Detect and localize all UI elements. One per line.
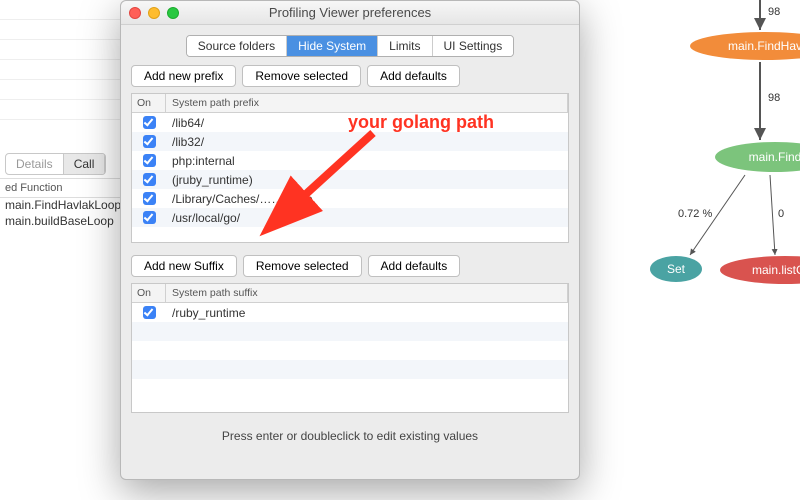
suffix-table: On System path suffix /ruby_runtime <box>131 283 569 413</box>
col-path[interactable]: System path prefix <box>166 94 568 112</box>
remove-suffix-button[interactable]: Remove selected <box>243 255 362 277</box>
tab-hide-system[interactable]: Hide System <box>287 36 378 56</box>
path-cell[interactable]: /ruby_runtime <box>166 306 568 320</box>
edge-label: 0 <box>778 208 784 220</box>
tab-limits[interactable]: Limits <box>378 36 432 56</box>
edge-label: 0.72 % <box>678 208 712 220</box>
table-row[interactable] <box>132 322 568 341</box>
titlebar[interactable]: Profiling Viewer preferences <box>121 1 579 25</box>
table-row[interactable]: (jruby_runtime) <box>132 170 568 189</box>
edge-label: 98 <box>768 6 780 18</box>
bg-tab-details[interactable]: Details <box>6 154 63 174</box>
checkbox-icon[interactable] <box>143 116 156 129</box>
table-row[interactable]: php:internal <box>132 151 568 170</box>
tab-source-folders[interactable]: Source folders <box>187 36 287 56</box>
table-row[interactable]: /lib32/ <box>132 132 568 151</box>
suffix-table-header: On System path suffix <box>132 284 568 303</box>
col-path[interactable]: System path suffix <box>166 284 568 302</box>
checkbox-icon[interactable] <box>143 306 156 319</box>
bg-grid-lines <box>0 0 130 120</box>
close-icon[interactable] <box>129 7 141 19</box>
add-suffix-button[interactable]: Add new Suffix <box>131 255 237 277</box>
checkbox-icon[interactable] <box>143 154 156 167</box>
edge-label: 98 <box>768 92 780 104</box>
checkbox-icon[interactable] <box>143 135 156 148</box>
path-cell[interactable]: (jruby_runtime) <box>166 173 568 187</box>
add-prefix-button[interactable]: Add new prefix <box>131 65 236 87</box>
prefix-table-header: On System path prefix <box>132 94 568 113</box>
tab-ui-settings[interactable]: UI Settings <box>433 36 514 56</box>
defaults-prefix-button[interactable]: Add defaults <box>367 65 460 87</box>
window-title: Profiling Viewer preferences <box>269 5 431 20</box>
prefix-button-row: Add new prefix Remove selected Add defau… <box>121 65 579 93</box>
tab-bar: Source folders Hide System Limits UI Set… <box>121 35 579 57</box>
table-row[interactable] <box>132 227 568 243</box>
table-row[interactable]: /Library/Caches/……apple. <box>132 189 568 208</box>
col-on[interactable]: On <box>132 284 166 302</box>
zoom-icon[interactable] <box>167 7 179 19</box>
col-on[interactable]: On <box>132 94 166 112</box>
table-row[interactable]: /usr/local/go/ <box>132 208 568 227</box>
bg-segmented: Details Call <box>5 153 106 175</box>
table-row[interactable] <box>132 379 568 398</box>
table-row[interactable] <box>132 341 568 360</box>
suffix-button-row: Add new Suffix Remove selected Add defau… <box>121 255 579 283</box>
table-row[interactable]: /ruby_runtime <box>132 303 568 322</box>
checkbox-icon[interactable] <box>143 173 156 186</box>
path-cell[interactable]: php:internal <box>166 154 568 168</box>
remove-prefix-button[interactable]: Remove selected <box>242 65 361 87</box>
footer-hint: Press enter or doubleclick to edit exist… <box>121 429 579 443</box>
minimize-icon[interactable] <box>148 7 160 19</box>
path-cell[interactable]: /Library/Caches/……apple. <box>166 192 568 206</box>
graph-edges <box>580 0 800 500</box>
path-cell[interactable]: /lib32/ <box>166 135 568 149</box>
table-row[interactable] <box>132 360 568 379</box>
defaults-suffix-button[interactable]: Add defaults <box>368 255 461 277</box>
annotation-text: your golang path <box>348 112 494 133</box>
bg-tab-call[interactable]: Call <box>63 154 106 174</box>
path-cell[interactable]: /usr/local/go/ <box>166 211 568 225</box>
call-graph: 98 98 0.72 % 0 main.FindHav main.Find Se… <box>580 0 800 500</box>
checkbox-icon[interactable] <box>143 192 156 205</box>
preferences-dialog: Profiling Viewer preferences Source fold… <box>120 0 580 480</box>
window-controls <box>129 7 179 19</box>
checkbox-icon[interactable] <box>143 211 156 224</box>
graph-node-teal[interactable]: Set <box>650 256 702 282</box>
suffix-table-body: /ruby_runtime <box>132 303 568 398</box>
